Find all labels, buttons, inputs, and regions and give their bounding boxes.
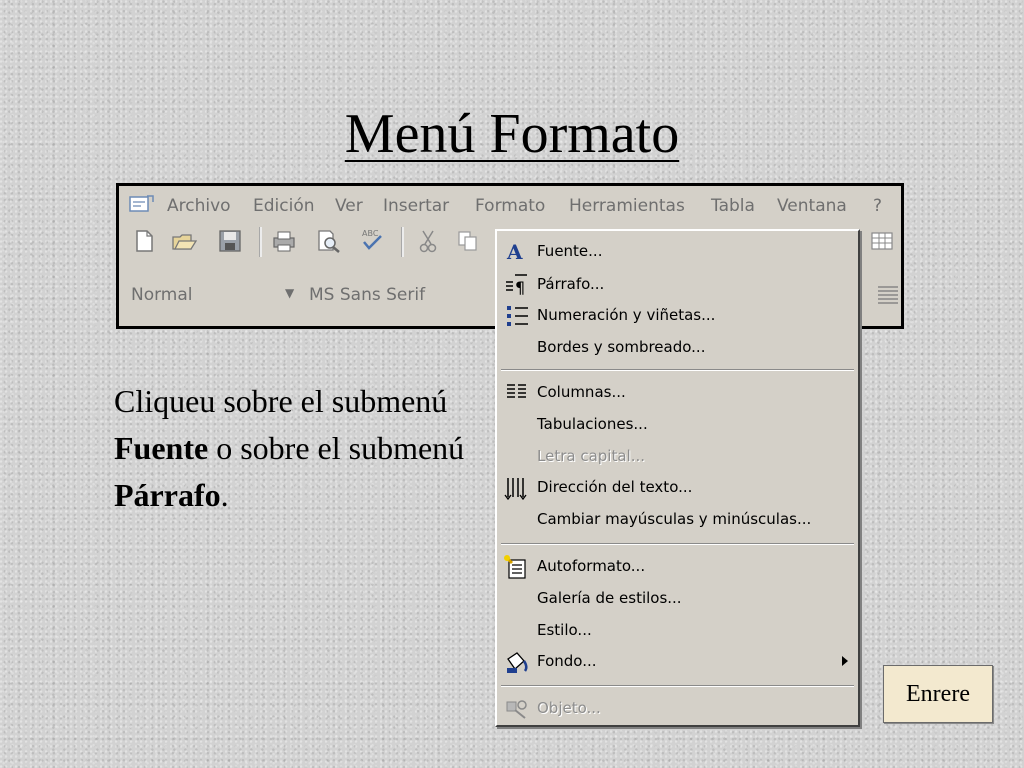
autoformat-icon: [504, 555, 526, 579]
font-icon: A: [506, 240, 523, 264]
print-icon[interactable]: [271, 228, 297, 254]
menu-item-letra-capital: Letra capital...: [537, 447, 646, 465]
menu-item-fondo[interactable]: Fondo...: [497, 647, 858, 677]
menu-formato[interactable]: Formato: [475, 196, 545, 216]
paragraph-icon: ¶: [506, 274, 527, 297]
menu-tabla[interactable]: Tabla: [711, 196, 755, 216]
svg-text:ABC: ABC: [362, 229, 379, 238]
text-direction-icon: [504, 478, 527, 501]
menu-ver[interactable]: Ver: [335, 196, 363, 216]
menu-insertar[interactable]: Insertar: [383, 196, 449, 216]
menu-separator: [501, 369, 854, 371]
menu-item-mayusculas[interactable]: Cambiar mayúsculas y minúsculas...: [497, 505, 858, 535]
open-folder-icon[interactable]: [171, 228, 197, 254]
menu-separator: [501, 543, 854, 545]
table-icon[interactable]: [869, 228, 895, 254]
save-icon[interactable]: [217, 228, 243, 254]
style-combo[interactable]: Normal: [131, 285, 193, 305]
menu-edicion[interactable]: Edición: [253, 196, 315, 216]
submenu-arrow-icon: [842, 656, 848, 666]
menu-item-galeria-estilos[interactable]: Galería de estilos...: [497, 584, 858, 614]
copy-icon[interactable]: [455, 228, 481, 254]
print-preview-icon[interactable]: [315, 228, 341, 254]
document-icon: [129, 195, 154, 212]
menu-item-parrafo[interactable]: ¶ Párrafo...: [497, 270, 858, 300]
cut-icon[interactable]: [415, 228, 441, 254]
instruction-text: Cliqueu sobre el submenú Fuente o sobre …: [114, 383, 465, 513]
columns-icon: [507, 384, 526, 398]
emphasis-parrafo: Párrafo: [114, 477, 221, 513]
object-icon: [506, 700, 527, 719]
style-dropdown-arrow-icon[interactable]: ▼: [285, 286, 294, 300]
menu-item-estilo[interactable]: Estilo...: [497, 616, 858, 646]
toolbar-separator: [259, 227, 262, 257]
page-title: Menú Formato: [344, 103, 680, 165]
menu-item-direccion-texto[interactable]: Dirección del texto...: [497, 473, 858, 503]
spelling-icon[interactable]: ABC: [359, 226, 385, 252]
svg-text:¶: ¶: [515, 278, 525, 297]
menu-ventana[interactable]: Ventana: [777, 196, 847, 216]
menu-item-autoformato[interactable]: Autoformato...: [497, 552, 858, 582]
menu-item-tabulaciones[interactable]: Tabulaciones...: [497, 410, 858, 440]
menu-item-objeto: Objeto...: [497, 694, 858, 724]
bullets-icon: [507, 306, 528, 326]
svg-text:A: A: [506, 240, 523, 264]
menu-bar: Archivo Edición Ver Insertar Formato Her…: [119, 192, 901, 216]
menu-archivo[interactable]: Archivo: [167, 196, 231, 216]
format-menu-dropdown: A Fuente... ¶ Párrafo... Numeración y vi…: [495, 229, 860, 727]
emphasis-fuente: Fuente: [114, 430, 209, 466]
menu-item-columnas[interactable]: Columnas...: [497, 378, 858, 408]
new-document-icon[interactable]: [131, 228, 157, 254]
menu-help[interactable]: ?: [873, 196, 882, 216]
background-icon: [507, 652, 528, 673]
menu-item-fuente[interactable]: A Fuente...: [497, 237, 858, 267]
menu-item-bordes[interactable]: Bordes y sombreado...: [497, 333, 858, 363]
font-combo[interactable]: MS Sans Serif: [309, 285, 425, 305]
menu-item-numeracion[interactable]: Numeración y viñetas...: [497, 301, 858, 331]
menu-herramientas[interactable]: Herramientas: [569, 196, 685, 216]
back-button[interactable]: Enrere: [883, 665, 993, 723]
justify-icon[interactable]: [875, 282, 901, 308]
menu-separator: [501, 685, 854, 687]
toolbar-separator: [401, 227, 404, 257]
